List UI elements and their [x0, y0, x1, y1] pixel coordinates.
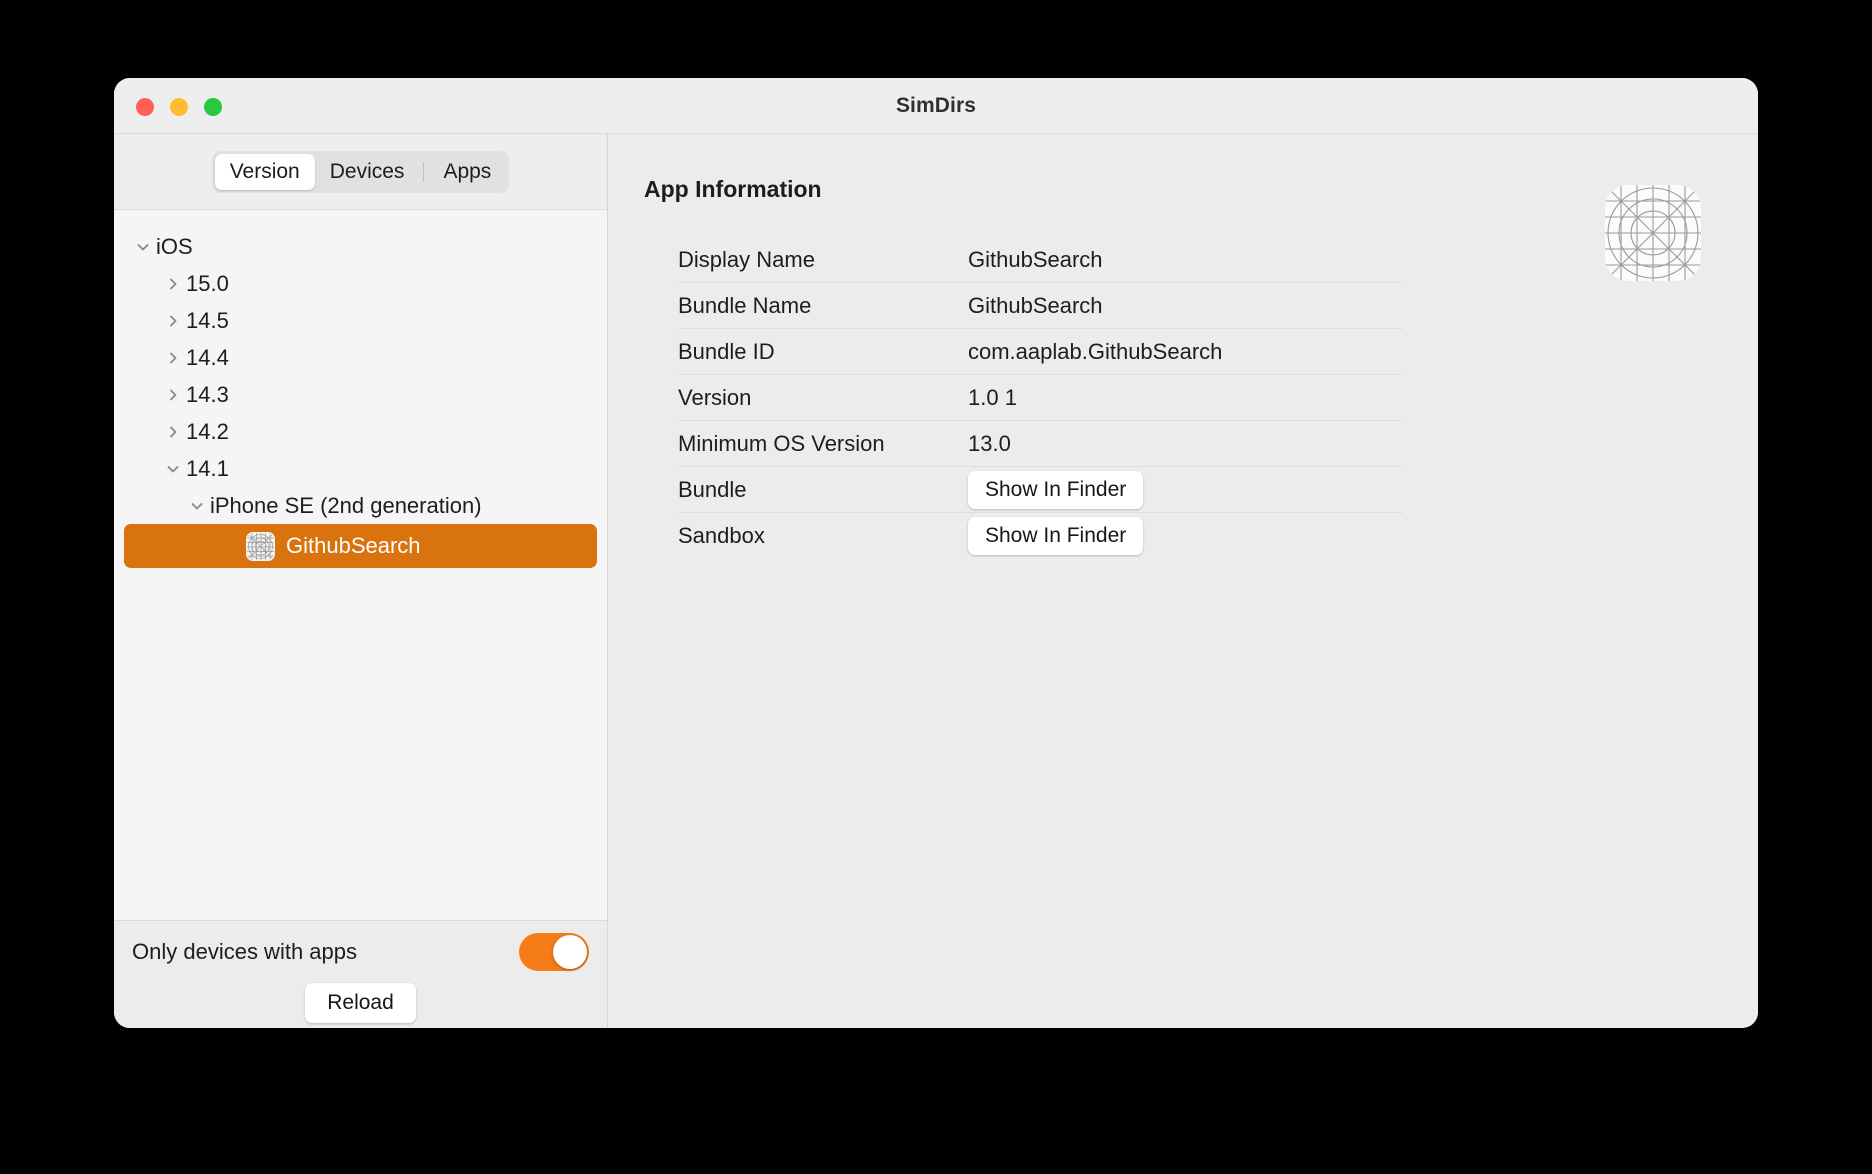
tree-row[interactable]: iPhone SE (2nd generation) — [124, 487, 597, 524]
tab-version[interactable]: Version — [214, 153, 315, 190]
info-label: Version — [678, 384, 752, 410]
info-value: com.aaplab.GithubSearch — [968, 338, 1223, 364]
chevron-right-icon[interactable] — [160, 424, 186, 440]
tree-row-label: 14.2 — [186, 418, 229, 444]
reload-button[interactable]: Reload — [305, 983, 416, 1023]
tree-row-label: 14.5 — [186, 307, 229, 333]
segment-divider — [423, 161, 425, 182]
info-value: 1.0 1 — [968, 384, 1017, 410]
only-devices-with-apps-row: Only devices with apps — [132, 921, 589, 983]
chevron-right-icon[interactable] — [160, 313, 186, 329]
tree-row-label: 14.1 — [186, 455, 229, 481]
segment-bar: Version Devices Apps — [114, 134, 607, 210]
tree-row[interactable]: 14.4 — [124, 339, 597, 376]
table-row: Bundle Name GithubSearch — [678, 283, 1403, 329]
info-value: GithubSearch — [968, 246, 1103, 272]
app-window: SimDirs Version Devices Apps iOS 15.0 14.5… — [114, 78, 1758, 1028]
chevron-right-icon[interactable] — [160, 387, 186, 403]
info-value: GithubSearch — [968, 292, 1103, 318]
chevron-down-icon[interactable] — [130, 239, 156, 255]
reload-button-wrap: Reload — [132, 983, 589, 1023]
view-mode-segmented-control[interactable]: Version Devices Apps — [211, 150, 510, 193]
info-label: Display Name — [678, 246, 815, 272]
chevron-right-icon[interactable] — [160, 276, 186, 292]
app-information-pane: App Information Display Name GithubSearch… — [608, 134, 1758, 1028]
info-label: Bundle ID — [678, 338, 775, 364]
table-row: Minimum OS Version 13.0 — [678, 421, 1403, 467]
window-title: SimDirs — [895, 94, 977, 117]
info-label: Minimum OS Version — [678, 430, 885, 456]
tree-row[interactable]: 14.1 — [124, 450, 597, 487]
tree-row-label: 14.3 — [186, 381, 229, 407]
only-devices-with-apps-toggle[interactable] — [519, 933, 589, 971]
sidebar-footer: Only devices with apps Reload — [114, 920, 607, 1028]
chevron-right-icon[interactable] — [160, 350, 186, 366]
only-devices-with-apps-label: Only devices with apps — [132, 939, 357, 964]
chevron-down-icon[interactable] — [184, 498, 210, 514]
app-placeholder-icon — [246, 531, 275, 561]
tree-row-label: GithubSearch — [286, 533, 421, 558]
titlebar: SimDirs — [114, 78, 1758, 134]
tree-row[interactable]: iOS — [124, 228, 597, 265]
tree-row-label: iOS — [156, 233, 193, 259]
tree-row-label: iPhone SE (2nd generation) — [210, 492, 482, 518]
info-value: 13.0 — [968, 430, 1011, 456]
tree-row-label: 14.4 — [186, 344, 229, 370]
show-in-finder-button[interactable]: Show In Finder — [968, 517, 1144, 555]
table-row: Sandbox Show In Finder — [678, 513, 1403, 559]
tree-row-selected[interactable]: GithubSearch — [124, 524, 597, 568]
show-in-finder-button[interactable]: Show In Finder — [968, 470, 1144, 509]
toggle-knob — [553, 935, 587, 969]
table-row: Bundle ID com.aaplab.GithubSearch — [678, 329, 1403, 375]
tree-row-label: 15.0 — [186, 270, 229, 296]
info-label: Sandbox — [678, 523, 765, 548]
window-body: Version Devices Apps iOS 15.0 14.5 14.4 14.3… — [114, 134, 1758, 1028]
table-row: Version 1.0 1 — [678, 375, 1403, 421]
tab-devices[interactable]: Devices — [315, 154, 420, 190]
tree-row[interactable]: 15.0 — [124, 265, 597, 302]
table-row: Display Name GithubSearch — [678, 237, 1403, 283]
app-information-table: Display Name GithubSearch Bundle Name Githu… — [678, 237, 1403, 559]
sidebar: Version Devices Apps iOS 15.0 14.5 14.4 14.3… — [114, 134, 608, 1028]
chevron-down-icon[interactable] — [160, 461, 186, 477]
tab-apps[interactable]: Apps — [428, 154, 506, 190]
tree-row[interactable]: 14.2 — [124, 413, 597, 450]
info-label: Bundle — [678, 476, 747, 502]
tree-row[interactable]: 14.5 — [124, 302, 597, 339]
pane-title: App Information — [644, 176, 822, 202]
app-placeholder-icon — [1594, 174, 1712, 292]
device-tree: iOS 15.0 14.5 14.4 14.3 14.2 14.1 iPhone SE (2n… — [114, 210, 607, 920]
tree-row[interactable]: 14.3 — [124, 376, 597, 413]
table-row: Bundle Show In Finder — [678, 467, 1403, 513]
info-label: Bundle Name — [678, 292, 812, 318]
